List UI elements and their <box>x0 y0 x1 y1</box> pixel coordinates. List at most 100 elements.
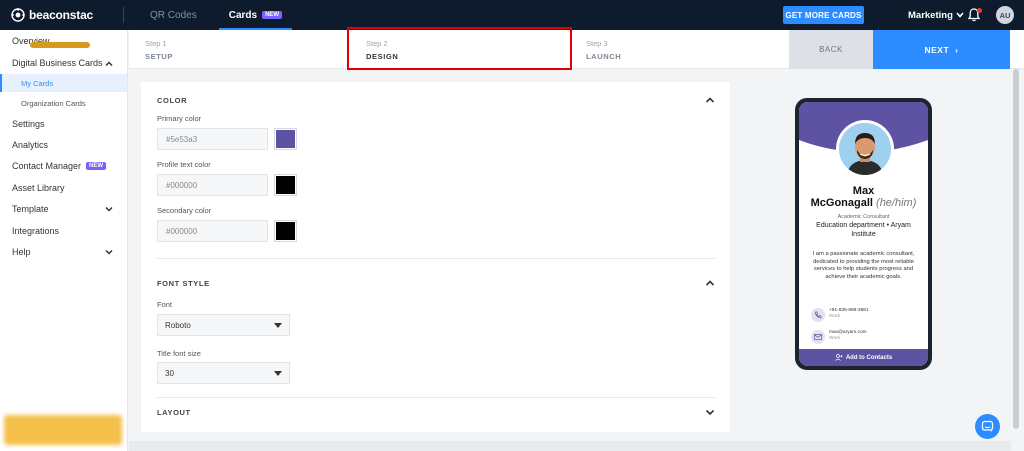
chevron-up-icon[interactable] <box>705 279 715 287</box>
sidebar-item-label: Asset Library <box>12 183 65 193</box>
step-number: Step 3 <box>586 39 608 48</box>
page-scrollbar[interactable] <box>1011 69 1021 451</box>
notification-dot <box>977 8 982 13</box>
sidebar-item-label: Integrations <box>12 226 60 236</box>
chevron-up-icon[interactable] <box>104 59 114 69</box>
back-button[interactable]: BACK <box>789 30 873 69</box>
primary-color-label: Primary color <box>157 114 202 123</box>
sidebar-item-contact-manager[interactable]: Contact Manager NEW <box>12 161 107 171</box>
color-section-title: COLOR <box>157 96 188 105</box>
new-badge: NEW <box>86 162 107 170</box>
chevron-down-icon[interactable] <box>104 204 114 214</box>
add-to-contacts-button[interactable]: Add to Contacts <box>799 349 928 366</box>
preview-job-title: Academic Consultant <box>837 214 890 220</box>
section-divider <box>157 258 715 259</box>
profile-text-color-label: Profile text color <box>157 160 211 169</box>
sidebar-item-organization-cards[interactable]: Organization Cards <box>0 94 127 112</box>
brand-name: beaconstac <box>29 8 94 22</box>
sidebar-item-label: Template <box>12 204 49 214</box>
preview-email-contact: max@aryam.com Work <box>811 330 867 344</box>
add-to-contacts-label: Add to Contacts <box>845 354 893 361</box>
sidebar-item-label: Contact Manager <box>12 161 82 171</box>
chevron-down-icon <box>956 12 964 18</box>
mail-icon <box>811 330 825 344</box>
sidebar-item-digital-business-cards[interactable]: Digital Business Cards <box>12 58 103 68</box>
org-name: Marketing <box>908 9 953 21</box>
font-style-section-title: FONT STYLE <box>157 279 210 288</box>
profile-text-color-input[interactable]: #000000 <box>157 174 268 196</box>
step-name: SETUP <box>145 52 174 61</box>
top-divider <box>123 7 125 23</box>
sidebar-item-analytics[interactable]: Analytics <box>12 140 48 150</box>
section-divider <box>157 397 715 398</box>
preview-last-name: McGonagall <box>810 197 873 209</box>
person-photo-icon <box>839 123 891 175</box>
top-navigation-bar: beaconstac QR Codes Cards NEW <box>0 0 1024 30</box>
step-highlight-box <box>347 27 572 70</box>
chat-icon <box>981 420 994 432</box>
sidebar-item-label: Help <box>12 247 31 257</box>
preview-pronoun: (he/him) <box>876 197 917 209</box>
avatar[interactable]: AU <box>996 6 1014 24</box>
caret-down-icon <box>274 323 282 328</box>
primary-color-input[interactable]: #5e53a3 <box>157 128 268 150</box>
preview-first-name: Max <box>852 185 875 197</box>
tab-cards[interactable]: Cards NEW <box>218 0 293 30</box>
font-label: Font <box>157 300 173 309</box>
secondary-color-input[interactable]: #000000 <box>157 220 268 242</box>
sidebar-item-asset-library[interactable]: Asset Library <box>12 183 65 193</box>
sidebar-item-label: Digital Business Cards <box>12 58 103 68</box>
sidebar: Overview Digital Business Cards My Cards… <box>0 30 128 451</box>
tab-qr-codes[interactable]: QR Codes <box>150 0 197 30</box>
chevron-right-icon: › <box>955 44 959 55</box>
sidebar-item-integrations[interactable]: Integrations <box>12 226 59 236</box>
preview-email-label: Work <box>829 336 841 341</box>
font-select-value: Roboto <box>165 320 191 330</box>
chevron-down-icon[interactable] <box>104 247 114 257</box>
upgrade-promo-label-blurred <box>30 42 90 48</box>
step-setup[interactable]: Step 1 SETUP <box>145 39 173 61</box>
title-font-size-label: Title font size <box>157 349 201 358</box>
sidebar-item-settings[interactable]: Settings <box>12 119 45 129</box>
sidebar-item-my-cards[interactable]: My Cards <box>0 74 127 92</box>
preview-department-line-1: Education department • Aryam <box>816 222 911 229</box>
chat-button[interactable] <box>975 414 1000 439</box>
phone-icon <box>811 308 825 322</box>
sidebar-item-help[interactable]: Help <box>12 247 31 257</box>
horizontal-scrollbar[interactable] <box>129 441 1011 451</box>
chevron-down-icon[interactable] <box>705 408 715 416</box>
preview-department-line-2: Institute <box>851 231 876 238</box>
sidebar-item-label: Organization Cards <box>21 98 86 108</box>
secondary-color-swatch[interactable] <box>274 220 297 242</box>
card-preview-screen: Max McGonagall (he/him) Academic Consult… <box>799 102 928 366</box>
step-name: LAUNCH <box>586 52 622 61</box>
preview-phone-label: Work <box>829 314 841 319</box>
scrollbar-thumb[interactable] <box>1013 69 1019 429</box>
preview-last-name-line: McGonagall (he/him) <box>799 197 928 209</box>
card-preview-phone: Max McGonagall (he/him) Academic Consult… <box>795 98 932 370</box>
beaconstac-logo-icon <box>11 8 25 22</box>
upgrade-promo-banner[interactable] <box>4 415 122 445</box>
org-switcher[interactable]: Marketing <box>908 0 964 30</box>
preview-bio: I am a passionate academic consultant, d… <box>812 251 915 280</box>
font-select[interactable]: Roboto <box>157 314 290 336</box>
size-select-value: 30 <box>165 368 174 378</box>
chevron-up-icon[interactable] <box>705 96 715 104</box>
sidebar-item-label: My Cards <box>21 78 54 88</box>
sidebar-item-template[interactable]: Template <box>12 204 49 214</box>
step-number: Step 1 <box>145 39 167 48</box>
step-launch[interactable]: Step 3 LAUNCH <box>586 39 621 61</box>
profile-text-color-swatch[interactable] <box>274 174 297 196</box>
title-font-size-select[interactable]: 30 <box>157 362 290 384</box>
secondary-color-label: Secondary color <box>157 206 212 215</box>
profile-photo <box>836 120 894 178</box>
person-add-icon <box>835 354 843 361</box>
layout-section-title: LAYOUT <box>157 408 191 417</box>
sidebar-item-label: Analytics <box>12 140 49 150</box>
preview-phone-contact: +91-635-688-3881 Work <box>811 308 869 322</box>
get-more-cards-button[interactable]: GET MORE CARDS <box>783 6 864 24</box>
tab-label: QR Codes <box>150 9 197 21</box>
brand-logo[interactable]: beaconstac <box>11 8 93 22</box>
primary-color-swatch[interactable] <box>274 128 297 150</box>
next-button[interactable]: NEXT › <box>873 30 1010 69</box>
